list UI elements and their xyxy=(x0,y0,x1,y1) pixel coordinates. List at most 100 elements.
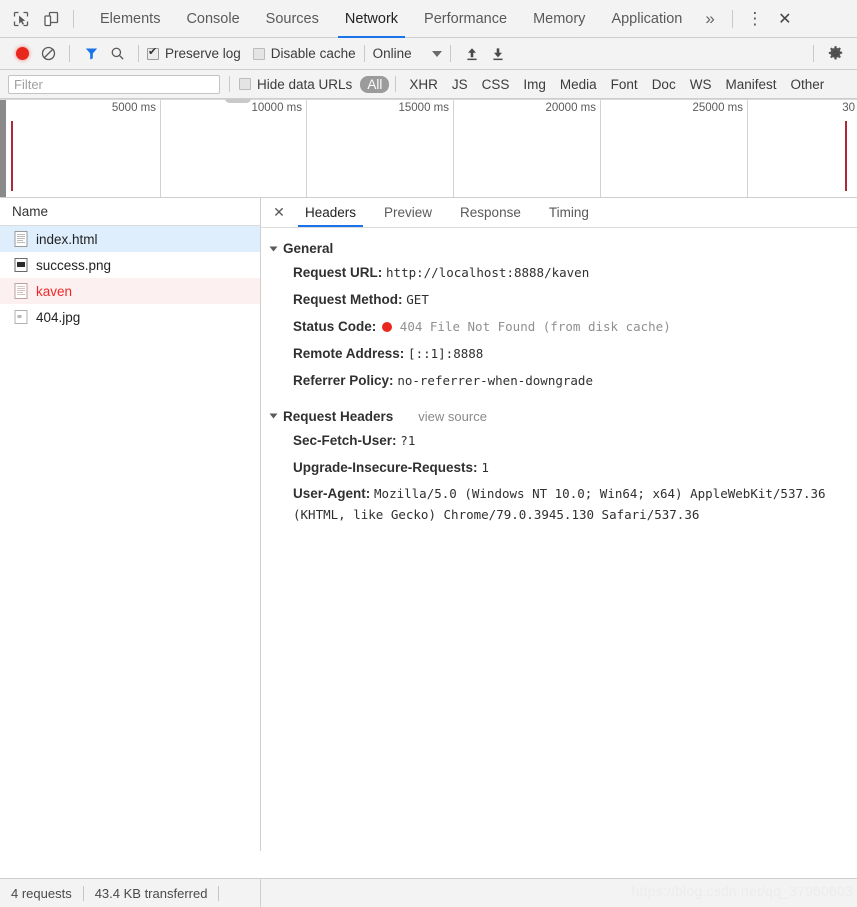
view-source-link[interactable]: view source xyxy=(418,409,487,424)
triangle-expanded-icon xyxy=(269,246,278,251)
toolbar-divider-4 xyxy=(449,45,451,62)
import-har-icon[interactable] xyxy=(459,41,485,67)
type-filter-ws[interactable]: WS xyxy=(683,76,719,93)
timeline-tick: 30 xyxy=(748,100,857,197)
table-row[interactable]: index.html xyxy=(0,226,260,252)
timeline-event-line-end xyxy=(845,121,847,191)
network-split-view: Name index.html success.png kaven 404.jp… xyxy=(0,198,857,851)
device-toolbar-icon[interactable] xyxy=(36,5,66,33)
checkbox-box xyxy=(252,47,265,60)
type-filter-manifest[interactable]: Manifest xyxy=(718,76,783,93)
tab-performance[interactable]: Performance xyxy=(411,0,520,38)
timeline-event-line-load xyxy=(11,121,13,191)
document-icon xyxy=(14,283,28,299)
header-value: GET xyxy=(406,291,429,307)
tab-label: Timing xyxy=(548,205,589,220)
header-row-status-code: Status Code: 404 File Not Found (from di… xyxy=(261,314,857,341)
status-divider-2 xyxy=(218,885,220,901)
tab-application[interactable]: Application xyxy=(598,0,695,38)
tab-sources[interactable]: Sources xyxy=(253,0,332,38)
tabbar-divider xyxy=(73,9,74,28)
status-bar-left: 4 requests 43.4 KB transferred xyxy=(0,878,261,907)
tab-elements[interactable]: Elements xyxy=(87,0,173,38)
tab-preview[interactable]: Preview xyxy=(370,198,446,227)
header-row-remote-address: Remote Address: [::1]:8888 xyxy=(261,341,857,368)
timeline-tick-label: 20000 ms xyxy=(545,102,596,114)
tab-response[interactable]: Response xyxy=(446,198,535,227)
triangle-expanded-icon xyxy=(269,413,278,419)
image-icon xyxy=(14,257,28,273)
network-filterbar: Hide data URLs All XHR JS CSS Img Media … xyxy=(0,70,857,99)
network-overview-timeline[interactable]: 5000 ms 10000 ms 15000 ms 20000 ms 25000… xyxy=(0,99,857,198)
type-filter-other[interactable]: Other xyxy=(783,76,831,93)
timeline-drag-pill[interactable] xyxy=(225,99,251,103)
timeline-tick-label: 30 xyxy=(842,102,855,114)
checkbox-box xyxy=(147,45,159,60)
preserve-log-checkbox[interactable]: Preserve log xyxy=(147,45,241,61)
header-value: [::1]:8888 xyxy=(408,345,484,361)
request-name: index.html xyxy=(36,231,98,247)
request-list-header[interactable]: Name xyxy=(0,198,260,226)
tab-label: Console xyxy=(186,10,240,27)
requests-count: 4 requests xyxy=(11,885,72,901)
type-filter-xhr[interactable]: XHR xyxy=(402,76,445,93)
type-filter-css[interactable]: CSS xyxy=(475,76,517,93)
type-filter-img[interactable]: Img xyxy=(516,76,553,93)
search-icon[interactable] xyxy=(104,41,130,67)
type-filter-js[interactable]: JS xyxy=(445,76,475,93)
tab-memory[interactable]: Memory xyxy=(520,0,598,38)
type-filter-doc[interactable]: Doc xyxy=(645,76,683,93)
tab-label: Application xyxy=(611,10,683,27)
tab-console[interactable]: Console xyxy=(173,0,252,38)
tab-network[interactable]: Network xyxy=(332,0,411,38)
header-key: Upgrade-Insecure-Requests: xyxy=(293,459,478,475)
filterbar-divider-2 xyxy=(395,76,397,92)
throttling-select[interactable]: Online xyxy=(373,46,442,61)
close-icon[interactable]: ✕ xyxy=(770,5,800,33)
filter-input[interactable] xyxy=(8,74,220,94)
status-error-dot-icon xyxy=(382,321,393,332)
header-value: 1 xyxy=(481,459,489,475)
settings-gear-icon[interactable] xyxy=(822,41,848,67)
request-name: kaven xyxy=(36,283,73,299)
timeline-tick-label: 15000 ms xyxy=(398,102,449,114)
tab-label: Headers xyxy=(305,205,357,220)
broken-image-icon xyxy=(14,309,28,325)
header-key: Referrer Policy: xyxy=(293,372,394,388)
table-row[interactable]: kaven xyxy=(0,278,260,304)
clear-button[interactable] xyxy=(35,41,61,67)
disable-cache-checkbox[interactable]: Disable cache xyxy=(252,46,356,61)
header-row-request-url: Request URL: http://localhost:8888/kaven xyxy=(261,260,857,287)
inspect-element-icon[interactable] xyxy=(6,5,36,33)
request-name: 404.jpg xyxy=(36,309,81,325)
table-row[interactable]: 404.jpg xyxy=(0,304,260,330)
export-har-icon[interactable] xyxy=(485,41,511,67)
checkbox-box xyxy=(239,78,251,90)
tab-headers[interactable]: Headers xyxy=(291,198,370,227)
record-button[interactable] xyxy=(9,41,35,67)
filter-icon[interactable] xyxy=(78,41,104,67)
type-filter-all[interactable]: All xyxy=(360,75,390,93)
timeline-left-handle[interactable] xyxy=(0,100,6,197)
preserve-log-label: Preserve log xyxy=(165,46,241,61)
record-dot-icon xyxy=(15,47,29,60)
hide-data-urls-checkbox[interactable]: Hide data URLs xyxy=(239,77,352,92)
general-section-toggle[interactable]: General xyxy=(261,237,857,260)
type-filter-media[interactable]: Media xyxy=(553,76,604,93)
header-row-sec-fetch-user: Sec-Fetch-User: ?1 xyxy=(261,428,857,455)
request-headers-section-toggle[interactable]: Request Headers view source xyxy=(261,405,857,428)
header-key: Request Method: xyxy=(293,291,403,307)
more-panels-icon[interactable]: » xyxy=(695,9,724,29)
headers-content: General Request URL: http://localhost:88… xyxy=(261,228,857,851)
resource-type-filters: All XHR JS CSS Img Media Font Doc WS Man… xyxy=(360,75,831,93)
document-icon xyxy=(14,231,28,247)
throttling-value: Online xyxy=(372,46,412,61)
tab-label: Memory xyxy=(533,10,586,27)
devtools-menu-icon[interactable]: ⋮ xyxy=(740,5,770,33)
filterbar-divider-1 xyxy=(229,76,230,92)
type-filter-font[interactable]: Font xyxy=(604,76,645,93)
tab-timing[interactable]: Timing xyxy=(535,198,603,227)
timeline-tick: 10000 ms xyxy=(161,100,307,197)
table-row[interactable]: success.png xyxy=(0,252,260,278)
close-details-icon[interactable]: ✕ xyxy=(267,198,291,227)
